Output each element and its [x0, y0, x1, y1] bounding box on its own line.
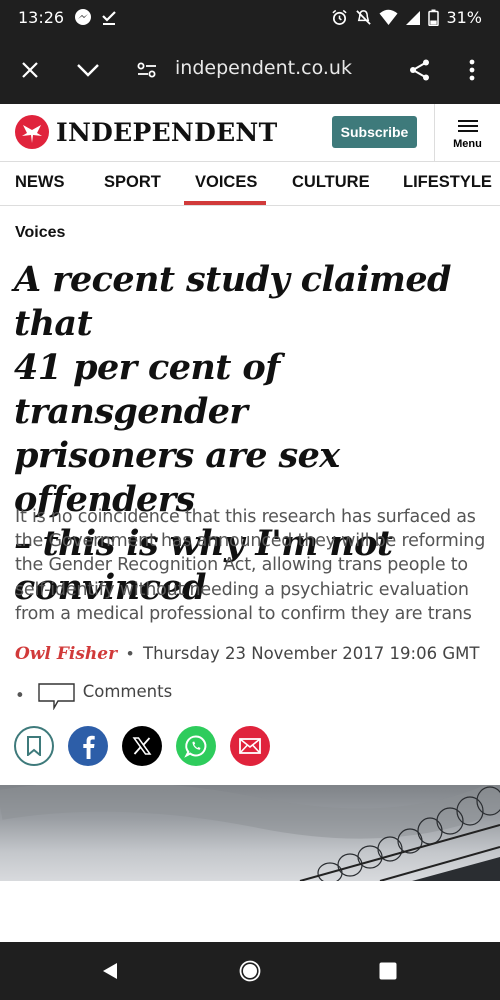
email-icon [239, 738, 261, 754]
share-page-button[interactable] [404, 54, 436, 86]
download-done-icon [102, 11, 116, 25]
section-label[interactable]: Voices [15, 224, 65, 242]
separator-dot: • [127, 644, 134, 663]
menu-label: Menu [453, 137, 482, 150]
nav-lifestyle[interactable]: LIFESTYLE [403, 173, 492, 192]
battery-level: 31% [446, 8, 482, 27]
eagle-logo-icon [15, 115, 49, 149]
independent-logo[interactable]: INDEPENDENT [14, 114, 277, 150]
back-icon[interactable] [101, 962, 119, 980]
content-spacer [0, 881, 500, 942]
separator-dot: • [15, 685, 25, 705]
brand-name: INDEPENDENT [56, 117, 278, 147]
status-time: 13:26 [18, 8, 65, 27]
system-nav-bar [0, 942, 500, 1000]
standfirst-line: self-identify without needing a psychiat… [15, 579, 469, 600]
tune-icon [137, 62, 156, 78]
active-tab-indicator [184, 201, 266, 205]
hamburger-icon [457, 117, 478, 135]
email-share-button[interactable] [230, 726, 270, 766]
comments-label: Comments [82, 681, 173, 701]
x-icon [132, 737, 152, 755]
standfirst-line: the Gender Recognition Act, allowing tra… [15, 555, 468, 576]
standfirst-line: the Government has announced they will b… [15, 531, 486, 552]
subscribe-button[interactable]: Subscribe [332, 116, 417, 148]
recents-icon[interactable] [379, 962, 397, 980]
headline-line: A recent study claimed that [14, 259, 452, 344]
facebook-share-button[interactable] [68, 726, 108, 766]
bookmark-icon [27, 736, 41, 756]
more-vert-icon [469, 59, 475, 81]
standfirst-line: It is no coincidence that this research … [15, 507, 476, 527]
x-share-button[interactable] [122, 726, 162, 766]
site-header: INDEPENDENT Subscribe Menu [0, 104, 500, 162]
browser-menu-button[interactable] [456, 54, 488, 86]
home-icon[interactable] [239, 960, 261, 982]
article-standfirst: It is no coincidence that this research … [15, 505, 490, 626]
status-bar: 13:26 31% [0, 0, 500, 36]
browser-toolbar: independent.co.uk [0, 36, 500, 104]
section-nav: NEWS SPORT VOICES CULTURE LIFESTYLE [0, 162, 500, 206]
byline: Owl Fisher • Thursday 23 November 2017 1… [15, 644, 495, 664]
nav-culture[interactable]: CULTURE [292, 173, 370, 192]
headline-line: 41 per cent of transgender [14, 347, 280, 432]
comment-icon [38, 683, 75, 710]
bookmark-button[interactable] [14, 726, 54, 766]
wifi-icon [379, 9, 398, 25]
nav-voices[interactable]: VOICES [195, 173, 257, 192]
battery-icon [428, 9, 440, 26]
share-icon [410, 59, 429, 81]
publish-date: Thursday 23 November 2017 19:06 GMT [143, 644, 480, 663]
minimize-button[interactable] [72, 54, 104, 86]
menu-button[interactable]: Menu [434, 104, 500, 162]
messenger-icon [75, 9, 91, 25]
comments-row: • Comments [15, 680, 172, 710]
chevron-down-icon [77, 64, 99, 77]
site-settings-button[interactable] [131, 54, 163, 86]
author-link[interactable]: Owl Fisher [15, 644, 117, 664]
alarm-icon [332, 9, 348, 25]
prison-fence-image [0, 785, 500, 881]
hero-image [0, 785, 500, 881]
comments-link[interactable]: Comments [37, 680, 172, 710]
url-text[interactable]: independent.co.uk [175, 57, 352, 79]
notifications-off-icon [356, 10, 372, 25]
close-tab-button[interactable] [14, 54, 46, 86]
signal-icon [406, 10, 421, 25]
whatsapp-icon [184, 735, 207, 758]
share-buttons [14, 726, 270, 766]
close-icon [22, 62, 38, 78]
standfirst-line: from a medical professional to confirm t… [15, 603, 472, 624]
nav-news[interactable]: NEWS [15, 173, 65, 192]
facebook-icon [83, 735, 95, 759]
whatsapp-share-button[interactable] [176, 726, 216, 766]
nav-sport[interactable]: SPORT [104, 173, 161, 192]
